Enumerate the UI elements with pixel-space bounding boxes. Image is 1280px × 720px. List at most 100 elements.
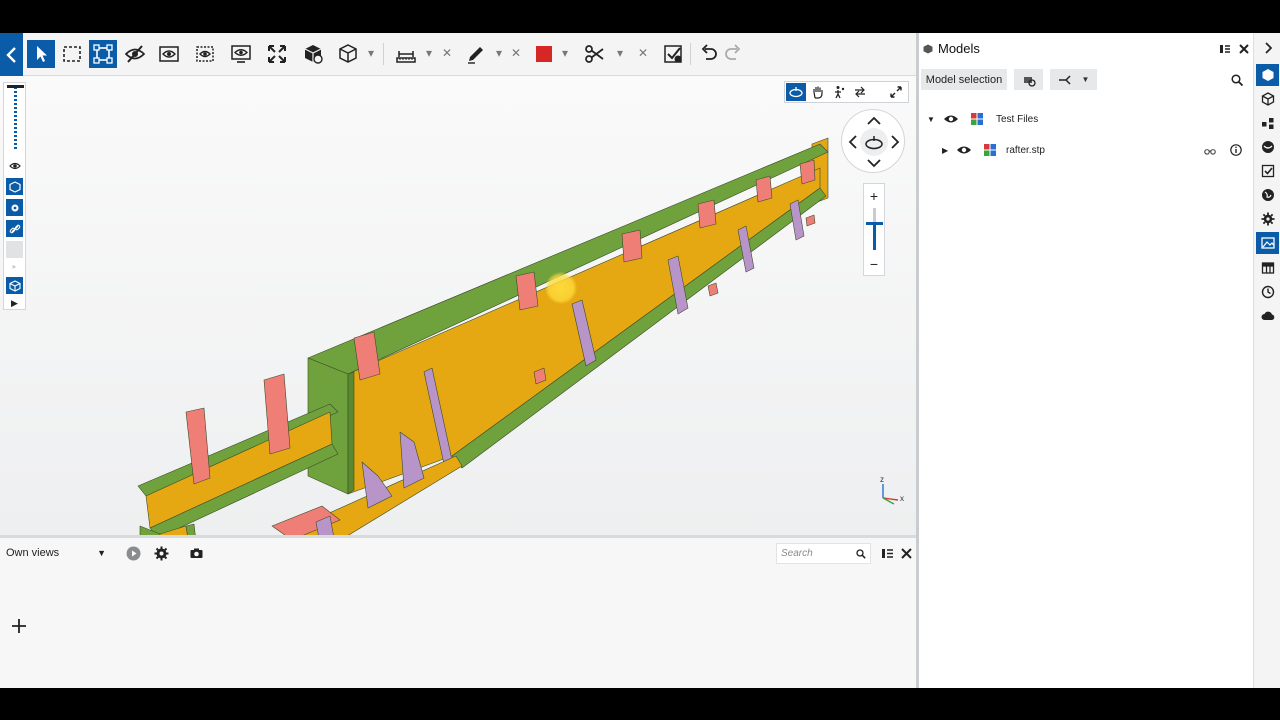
expand-caret-icon[interactable]: ▶ [942,146,952,155]
zoom-slider-track[interactable] [14,87,17,149]
play-icon[interactable] [124,544,142,562]
visibility-eye-icon[interactable] [956,144,972,156]
models-title-text: Models [938,41,980,56]
models-icon[interactable] [1256,64,1279,86]
pen-dropdown-icon[interactable]: ▾ [492,46,506,60]
models-panel-title: Models [923,41,980,56]
clip-scissors-icon[interactable] [580,40,608,68]
select-arrow-icon[interactable] [27,40,55,68]
model-file-icon [984,144,996,156]
expand-caret-icon[interactable]: ▼ [927,115,937,124]
model-actions-dropdown[interactable]: ▼ [1050,69,1097,90]
history-icon[interactable] [1256,281,1279,303]
zoom-level-fill [873,222,876,250]
panel-layout-icon[interactable] [878,544,896,562]
search-icon [856,548,866,559]
markup-pen-icon[interactable] [462,40,490,68]
settings-icon[interactable] [1256,208,1279,230]
close-icon[interactable] [1237,42,1250,55]
model-selection-button[interactable]: Model selection [921,69,1007,90]
pan-hand-icon[interactable] [808,83,828,101]
chevron-down-icon: ▼ [97,548,106,558]
tree-node-test-files[interactable]: ▼ Test Files [927,111,1038,127]
panel-layout-icon[interactable] [1218,42,1231,55]
visibility-eye-icon[interactable] [943,113,959,125]
search-icon[interactable] [1230,73,1243,86]
tree-node-label: Test Files [996,113,1039,125]
disabled-tool-icon [6,241,23,258]
add-view-button[interactable] [10,617,28,635]
clear-measure-icon[interactable]: ✕ [440,46,454,60]
views-icon[interactable] [1256,232,1279,254]
measure-dropdown-icon[interactable]: ▾ [422,46,436,60]
view-icon[interactable] [191,40,219,68]
fit-all-icon[interactable] [263,40,291,68]
link-icon[interactable] [6,220,23,237]
organizer-icon[interactable] [1256,112,1279,134]
locate-model-icon[interactable] [1014,69,1043,90]
layers-cube-icon[interactable] [6,277,23,294]
fullscreen-icon[interactable] [886,83,906,101]
cursor-highlight [545,272,577,304]
nav-down-icon [867,159,881,168]
views-panel: Own views ▼ Search [0,535,916,688]
cloud-icon[interactable] [1256,305,1279,327]
close-icon[interactable] [897,544,915,562]
nav-left-icon [848,135,857,149]
zoom-handle[interactable] [866,222,883,225]
layers-icon[interactable] [1256,136,1279,158]
toolbar-divider [383,43,384,65]
zoom-out-button[interactable]: − [864,256,884,272]
views-dropdown[interactable]: Own views ▼ [3,543,109,563]
color-dropdown-icon[interactable]: ▾ [558,46,572,60]
fit-selection-icon[interactable] [89,40,117,68]
zoom-in-button[interactable]: + [864,188,884,204]
orbit-icon[interactable] [786,83,806,101]
model-box-icon[interactable] [299,40,327,68]
show-icon[interactable] [155,40,183,68]
models-panel: Models Model selection ▼ ▼ Test Files ▶ [919,33,1253,688]
settings-gear-icon[interactable] [6,199,23,216]
info-icon[interactable] [1229,143,1242,156]
nav-right-icon [891,135,900,149]
gear-icon[interactable] [152,544,170,562]
eye-icon[interactable] [6,157,23,174]
zoom-control: + − [863,183,885,276]
cube-icon[interactable] [334,40,362,68]
axis-z-label: z [880,475,884,484]
views-search-input[interactable]: Search [776,543,871,564]
collapse-panel-icon[interactable] [1256,37,1279,59]
measure-icon[interactable] [392,40,420,68]
cube-dropdown-icon[interactable]: ▾ [364,46,378,60]
expand-strip-icon[interactable]: ▶ [6,295,23,312]
clear-clip-icon[interactable]: ✕ [636,46,650,60]
3d-viewport[interactable]: ▸ ▶ + − z x [0,76,916,535]
color-swatch-icon[interactable] [530,40,558,68]
clear-markup-icon[interactable]: ✕ [509,46,523,60]
checked-icon[interactable] [659,40,687,68]
clip-dropdown-icon[interactable]: ▾ [613,46,627,60]
binoculars-icon[interactable] [1202,144,1218,157]
views-search-placeholder: Search [781,548,813,559]
branch-icon [1058,74,1071,85]
navigation-wheel[interactable] [841,109,905,173]
clash-icon[interactable] [1256,160,1279,182]
zoom-slider-handle[interactable] [7,85,24,88]
model-folder-icon [971,113,983,125]
trimble-connect-app: ▾ ▾ ✕ ▾ ✕ ▾ ▾ ✕ ▸ ▶ + − z x Own views ▼ … [0,33,1280,688]
redo-icon[interactable] [719,40,747,68]
isolate-icon[interactable] [227,40,255,68]
swap-direction-icon[interactable] [850,83,870,101]
hide-icon[interactable] [121,40,149,68]
walk-icon[interactable] [829,83,849,101]
viewport-tool-strip: ▸ ▶ [3,82,26,310]
table-icon[interactable] [1256,257,1279,279]
box-select-icon[interactable] [58,40,86,68]
objects-icon[interactable] [1256,88,1279,110]
globe-icon[interactable] [1256,184,1279,206]
back-icon[interactable] [0,33,23,76]
views-dropdown-value: Own views [6,547,60,559]
box-view-icon[interactable] [6,178,23,195]
tree-node-rafter[interactable]: ▶ rafter.stp [942,142,1045,158]
camera-icon[interactable] [187,544,205,562]
